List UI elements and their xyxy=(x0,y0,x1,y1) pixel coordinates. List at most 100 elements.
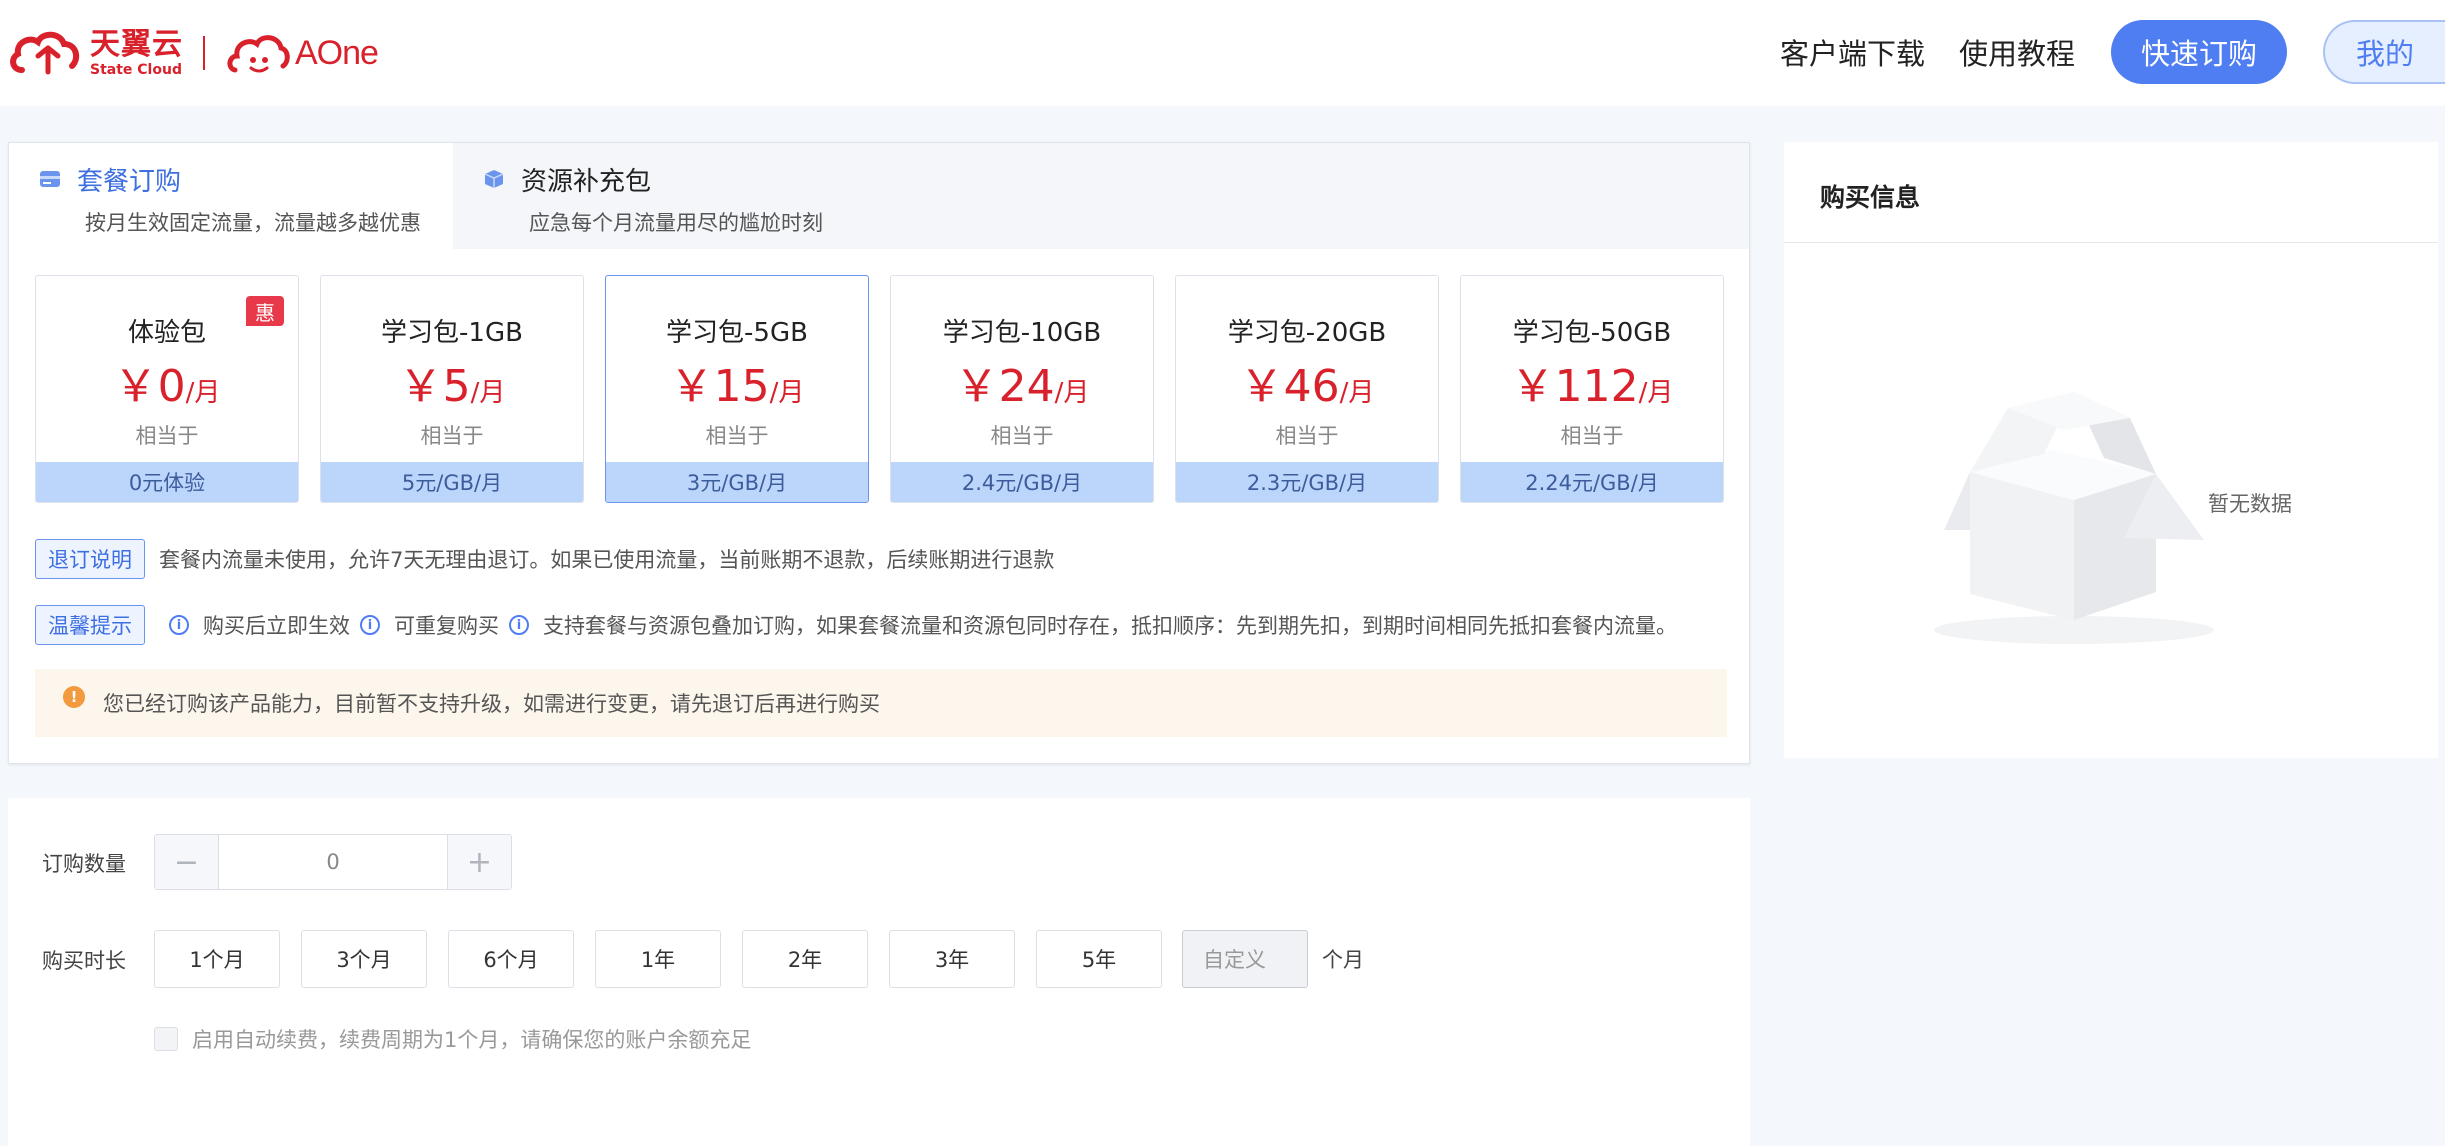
price-currency: ￥ xyxy=(1510,361,1555,412)
tab-package-order[interactable]: 套餐订购 按月生效固定流量，流量越多越优惠 xyxy=(9,143,453,249)
top-header: 天翼云 State Cloud AOne 客户端下载 使用教程 快速订购 我的 xyxy=(0,0,2445,106)
price-currency: ￥ xyxy=(954,361,999,412)
decrement-button[interactable]: − xyxy=(155,835,219,889)
duration-5-years[interactable]: 5年 xyxy=(1036,930,1162,988)
tab-resource-pack-subtitle: 应急每个月流量用尽的尴尬时刻 xyxy=(529,211,823,235)
warning-alert: ! 您已经订购该产品能力，目前暂不支持升级，如需进行变更，请先退订后再进行购买 xyxy=(35,669,1727,737)
price-unit: /月 xyxy=(1638,378,1674,408)
info-icon: i xyxy=(509,615,529,635)
plan-name: 体验包 xyxy=(127,318,206,348)
package-icon xyxy=(40,171,60,187)
refund-tag: 退订说明 xyxy=(35,539,145,579)
duration-2-years[interactable]: 2年 xyxy=(742,930,868,988)
refund-info: 退订说明 套餐内流量未使用，允许7天无理由退订。如果已使用流量，当前账期不退款，… xyxy=(35,539,1054,579)
price-currency: ￥ xyxy=(1239,361,1284,412)
logo-aone: AOne xyxy=(295,33,379,72)
custom-duration-unit: 个月 xyxy=(1322,948,1364,972)
resource-pack-icon xyxy=(484,170,504,188)
auto-renew-checkbox[interactable] xyxy=(154,1027,178,1051)
duration-1-year[interactable]: 1年 xyxy=(595,930,721,988)
price-currency: ￥ xyxy=(669,361,714,412)
price-currency: ￥ xyxy=(113,361,158,412)
plan-card-20gb[interactable]: 学习包-20GB ￥46/月 相当于 2.3元/GB/月 xyxy=(1175,275,1439,503)
custom-duration-input[interactable]: 自定义 xyxy=(1182,930,1308,988)
quantity-input[interactable]: 0 xyxy=(219,835,447,889)
aone-logo-icon xyxy=(227,35,290,73)
price-unit: /月 xyxy=(470,378,506,408)
plan-name: 学习包-20GB xyxy=(1227,318,1387,348)
increment-button[interactable]: + xyxy=(447,835,511,889)
plan-equiv: 相当于 xyxy=(1275,424,1339,448)
top-nav: 客户端下载 使用教程 快速订购 我的 xyxy=(1780,20,2445,84)
plan-price: ￥112/月 xyxy=(1461,350,1723,414)
tutorial-link[interactable]: 使用教程 xyxy=(1959,31,2075,73)
duration-options: 1个月 3个月 6个月 1年 2年 3年 5年 自定义 个月 xyxy=(154,930,1364,988)
mine-button[interactable]: 我的 xyxy=(2323,20,2445,84)
price-value: 15 xyxy=(713,361,770,412)
logo-en: State Cloud xyxy=(90,61,182,78)
quantity-label: 订购数量 xyxy=(42,852,126,876)
divider xyxy=(1784,242,2438,243)
empty-text: 暂无数据 xyxy=(2208,492,2292,516)
price-currency: ￥ xyxy=(398,361,443,412)
plan-unit-price: 2.4元/GB/月 xyxy=(891,462,1153,502)
plan-equiv: 相当于 xyxy=(1560,424,1624,448)
quantity-stepper: − 0 + xyxy=(154,834,512,890)
plan-card-10gb[interactable]: 学习包-10GB ￥24/月 相当于 2.4元/GB/月 xyxy=(890,275,1154,503)
price-unit: /月 xyxy=(769,378,805,408)
plan-equiv: 相当于 xyxy=(705,424,769,448)
client-download-link[interactable]: 客户端下载 xyxy=(1780,31,1925,73)
plan-price: ￥0/月 xyxy=(36,350,298,414)
logo-cn: 天翼云 xyxy=(90,26,183,62)
plan-unit-price: 3元/GB/月 xyxy=(606,462,868,502)
purchase-info-title: 购买信息 xyxy=(1820,183,1921,212)
plan-card-5gb[interactable]: 学习包-5GB ￥15/月 相当于 3元/GB/月 xyxy=(605,275,869,503)
plan-name: 学习包-1GB xyxy=(381,318,523,348)
tab-package-order-subtitle: 按月生效固定流量，流量越多越优惠 xyxy=(85,211,421,235)
logo-text: 天翼云 State Cloud xyxy=(90,26,183,78)
purchase-info-panel: 购买信息 暂无数据 xyxy=(1784,142,2438,758)
refund-text: 套餐内流量未使用，允许7天无理由退订。如果已使用流量，当前账期不退款，后续账期进… xyxy=(159,548,1055,572)
info-icon: i xyxy=(360,615,380,635)
package-panel: 套餐订购 按月生效固定流量，流量越多越优惠 资源补充包 应急每个月流量用尽的尴尬… xyxy=(8,142,1750,764)
duration-6-months[interactable]: 6个月 xyxy=(448,930,574,988)
auto-renew-label: 启用自动续费，续费周期为1个月，请确保您的账户余额充足 xyxy=(192,1028,752,1052)
plan-list: 惠 体验包 ￥0/月 相当于 0元体验 学习包-1GB ￥5/月 相当于 5元/… xyxy=(35,275,1727,503)
plan-equiv: 相当于 xyxy=(135,424,199,448)
plan-name: 学习包-10GB xyxy=(942,318,1102,348)
tab-resource-pack[interactable]: 资源补充包 应急每个月流量用尽的尴尬时刻 xyxy=(453,143,1153,249)
duration-3-months[interactable]: 3个月 xyxy=(301,930,427,988)
plan-price: ￥24/月 xyxy=(891,350,1153,414)
plan-unit-price: 2.24元/GB/月 xyxy=(1461,462,1723,502)
tip-item: 支持套餐与资源包叠加订购，如果套餐流量和资源包同时存在，抵扣顺序：先到期先扣，到… xyxy=(543,614,1677,638)
price-unit: /月 xyxy=(1339,378,1375,408)
logo-divider xyxy=(203,36,205,70)
package-tabs: 套餐订购 按月生效固定流量，流量越多越优惠 资源补充包 应急每个月流量用尽的尴尬… xyxy=(9,143,1749,249)
price-unit: /月 xyxy=(185,378,221,408)
tips-tag: 温馨提示 xyxy=(35,605,145,645)
alert-text: 您已经订购该产品能力，目前暂不支持升级，如需进行变更，请先退订后再进行购买 xyxy=(103,692,880,716)
price-value: 46 xyxy=(1283,361,1340,412)
brand-logo[interactable]: 天翼云 State Cloud AOne xyxy=(8,26,379,80)
tip-item: 购买后立即生效 xyxy=(203,614,350,638)
plan-card-trial[interactable]: 惠 体验包 ￥0/月 相当于 0元体验 xyxy=(35,275,299,503)
plan-card-50gb[interactable]: 学习包-50GB ￥112/月 相当于 2.24元/GB/月 xyxy=(1460,275,1724,503)
price-value: 24 xyxy=(998,361,1055,412)
quick-order-button[interactable]: 快速订购 xyxy=(2111,20,2287,84)
plan-price: ￥5/月 xyxy=(321,350,583,414)
info-icon: i xyxy=(169,615,189,635)
plan-name: 学习包-50GB xyxy=(1512,318,1672,348)
duration-1-month[interactable]: 1个月 xyxy=(154,930,280,988)
empty-box-icon xyxy=(1934,392,2214,644)
price-value: 0 xyxy=(157,361,186,412)
plan-unit-price: 2.3元/GB/月 xyxy=(1176,462,1438,502)
price-value: 5 xyxy=(442,361,471,412)
auto-renew-option[interactable]: 启用自动续费，续费周期为1个月，请确保您的账户余额充足 xyxy=(154,1024,751,1054)
plan-card-1gb[interactable]: 学习包-1GB ￥5/月 相当于 5元/GB/月 xyxy=(320,275,584,503)
cloud-logo-icon xyxy=(10,31,80,75)
plan-equiv: 相当于 xyxy=(990,424,1054,448)
tips-info: 温馨提示 i 购买后立即生效 i 可重复购买 i 支持套餐与资源包叠加订购，如果… xyxy=(35,605,1677,645)
warning-icon: ! xyxy=(63,686,85,708)
duration-3-years[interactable]: 3年 xyxy=(889,930,1015,988)
plan-price: ￥46/月 xyxy=(1176,350,1438,414)
